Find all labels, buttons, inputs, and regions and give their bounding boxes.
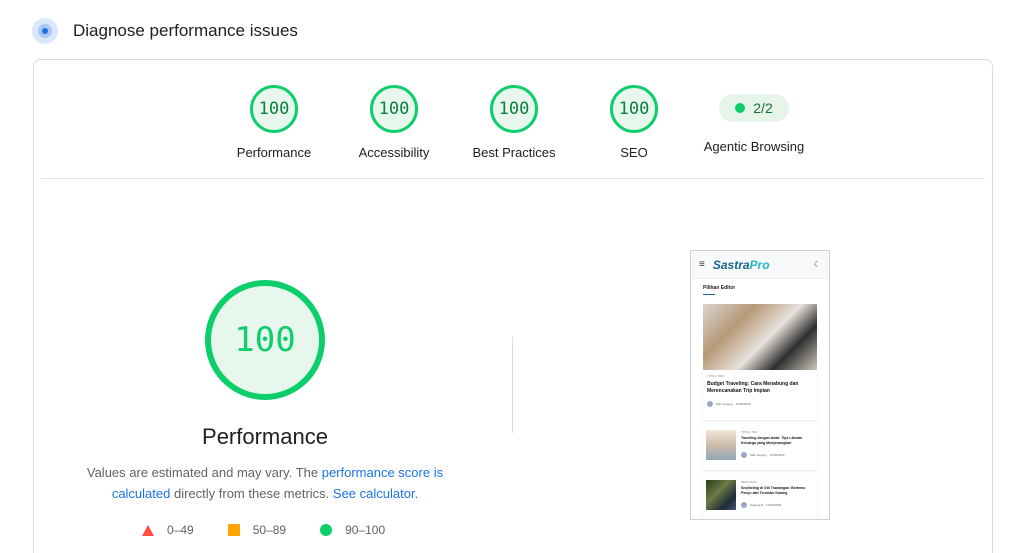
gauge-agentic-browsing[interactable]: 2/2 Agentic Browsing	[694, 85, 814, 154]
score-gauges: 100 Performance 100 Accessibility 100 Be…	[34, 85, 992, 165]
article-author: Mas Sugeng	[750, 453, 767, 457]
avatar	[741, 452, 747, 458]
gauge-accessibility-label: Accessibility	[358, 145, 430, 160]
article-date: 12/06/2025	[769, 453, 785, 457]
article-date: 12/06/2025	[766, 503, 782, 507]
estimation-note: Values are estimated and may vary. The p…	[74, 462, 456, 504]
article-meta: Mas Sugeng · 12/06/2025	[741, 452, 814, 458]
gauge-seo[interactable]: 100 SEO	[574, 85, 694, 160]
gauge-performance[interactable]: 100 Performance	[214, 85, 334, 160]
article-item: TIPS & TRIK Traveling dengan Anak: Tips …	[703, 426, 817, 470]
gauge-performance-score: 100	[250, 85, 298, 133]
section-title: Diagnose performance issues	[73, 21, 298, 40]
site-logo: SastraPro	[712, 257, 770, 272]
hero-image	[703, 304, 817, 370]
gauge-best-practices-score: 100	[490, 85, 538, 133]
avatar	[707, 401, 713, 407]
hero-meta: Mas Sugeng · 12/06/2025	[707, 401, 813, 407]
note-text-1: Values are estimated and may vary. The	[86, 465, 322, 480]
article-title: Traveling dengan Anak: Tips Liburan Kelu…	[741, 436, 803, 445]
report-card: 100 Performance 100 Accessibility 100 Be…	[33, 59, 993, 553]
article-item: DESTINASI Snorkeling di Gili Trawangan: …	[703, 476, 817, 519]
note-text-2: directly from these metrics.	[170, 486, 333, 501]
agentic-pill: 2/2	[719, 94, 789, 122]
legend-fail-range: 0–49	[167, 523, 194, 537]
agentic-score: 2/2	[753, 100, 773, 116]
score-legend: 0–49 50–89 90–100	[142, 522, 419, 538]
article-tag: DESTINASI	[741, 480, 757, 484]
hero-author: Mas Sugeng	[716, 402, 733, 406]
final-screenshot[interactable]: ≡ SastraPro ☾ Pilihan Editor TIPS & TRIK…	[690, 250, 830, 520]
legend-fail: 0–49	[142, 523, 194, 537]
pass-dot-icon	[735, 103, 746, 113]
hero-tag: TIPS & TRIK	[707, 374, 725, 378]
article-author: Sugeng R	[750, 503, 764, 507]
screenshot-section-title: Pilihan Editor	[703, 285, 736, 291]
square-icon	[227, 524, 240, 536]
divider	[41, 178, 985, 179]
legend-average-range: 50–89	[252, 523, 287, 537]
hero-date: 12/06/2025	[735, 402, 751, 406]
article-title: Snorkeling di Gili Trawangan: Bertemu Pe…	[741, 486, 806, 495]
screenshot-topbar: ≡ SastraPro ☾	[691, 251, 829, 279]
avatar	[741, 502, 747, 508]
gauge-accessibility-score: 100	[370, 85, 418, 133]
hero-title: Budget Traveling: Cara Menabung dan Mere…	[707, 381, 799, 394]
section-header: Diagnose performance issues	[32, 16, 298, 46]
article-tag: TIPS & TRIK	[741, 430, 759, 434]
hero-article-card: TIPS & TRIK Budget Traveling: Cara Menab…	[703, 370, 817, 420]
gauge-best-practices[interactable]: 100 Best Practices	[454, 85, 574, 160]
article-thumbnail	[706, 430, 736, 460]
circle-icon	[320, 524, 333, 536]
gauge-agentic-label: Agentic Browsing	[703, 139, 805, 154]
performance-main-label: Performance	[202, 424, 328, 449]
gauge-seo-score: 100	[610, 85, 658, 133]
article-thumbnail	[706, 480, 736, 510]
hamburger-menu-icon: ≡	[699, 259, 705, 270]
gauge-seo-label: SEO	[620, 145, 648, 160]
diagnose-icon	[32, 18, 58, 44]
vertical-divider	[512, 337, 513, 433]
performance-main-gauge: 100	[205, 280, 325, 400]
legend-pass-range: 90–100	[345, 523, 386, 537]
gauge-accessibility[interactable]: 100 Accessibility	[334, 85, 454, 160]
gauge-performance-label: Performance	[236, 145, 312, 160]
gauge-best-practices-label: Best Practices	[472, 145, 556, 160]
section-underline	[703, 294, 715, 295]
triangle-icon	[142, 524, 154, 536]
legend-pass: 90–100	[320, 523, 385, 537]
see-calculator-link[interactable]: See calculator.	[333, 486, 418, 501]
article-meta: Sugeng R · 12/06/2025	[741, 502, 814, 508]
legend-average: 50–89	[227, 523, 287, 537]
theme-toggle-icon: ☾	[813, 260, 821, 269]
